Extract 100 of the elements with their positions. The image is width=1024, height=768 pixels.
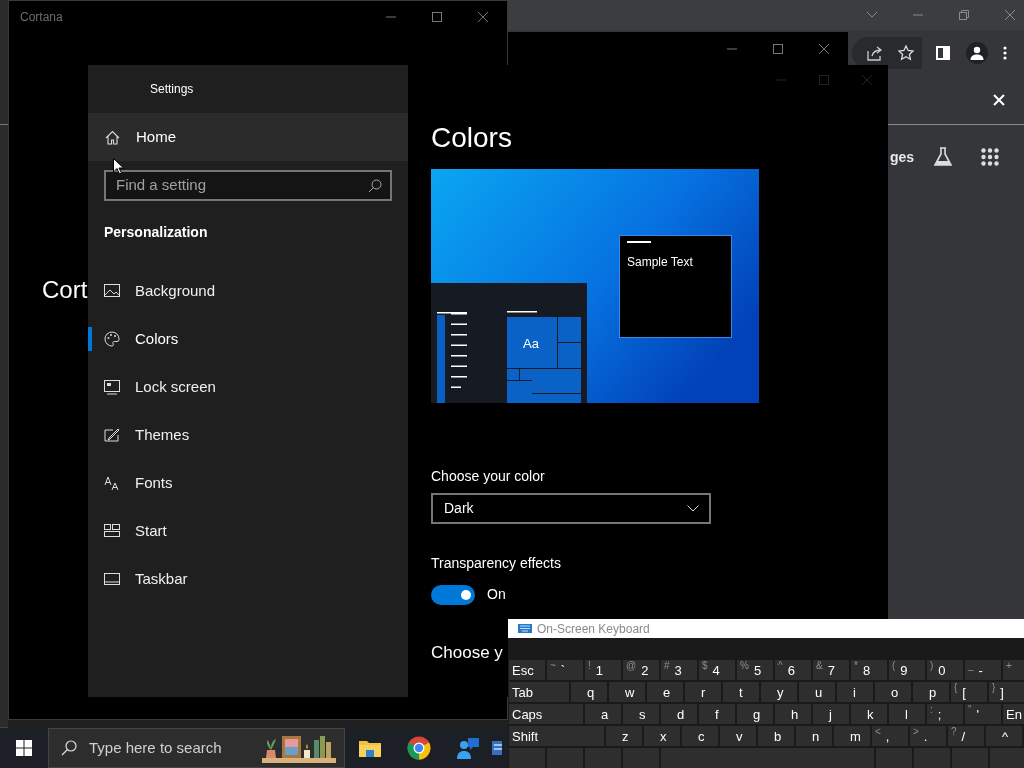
maximize-icon[interactable] <box>432 12 442 22</box>
search-icon <box>368 178 382 193</box>
keyboard-key[interactable]: h <box>775 704 811 724</box>
keyboard-key[interactable]: w <box>609 682 645 702</box>
keyboard-key[interactable]: t <box>723 682 759 702</box>
palette-icon <box>104 331 120 347</box>
apps-grid-icon[interactable] <box>981 148 999 166</box>
flask-icon[interactable] <box>933 147 953 167</box>
keyboard-key[interactable]: " ' <box>965 704 1001 724</box>
maximize-icon[interactable] <box>773 44 783 54</box>
monitor-icon <box>104 379 120 395</box>
keyboard-key[interactable]: y <box>761 682 797 702</box>
keyboard-icon <box>518 624 532 633</box>
section-heading: Personalization <box>104 222 208 242</box>
sample-text: Sample Text <box>627 255 693 269</box>
keyboard-key[interactable]: s <box>623 704 659 724</box>
folder-icon <box>358 739 381 757</box>
keyboard-key[interactable]: n <box>796 726 832 746</box>
keyboard-key[interactable]: Tab <box>509 682 569 702</box>
search-box[interactable]: Find a setting <box>104 170 392 201</box>
keyboard-key[interactable]: o <box>875 682 911 702</box>
keyboard-key[interactable]: En <box>1003 704 1024 724</box>
heading: Cort <box>42 276 88 303</box>
keyboard-key[interactable]: p <box>913 682 949 702</box>
home-item[interactable]: Home <box>88 113 408 161</box>
search-input[interactable]: Type here to search <box>89 736 259 760</box>
keyboard-key[interactable]: < , <box>872 726 908 746</box>
taskbar-search-field[interactable]: Type here to search <box>48 728 345 768</box>
toggle-switch[interactable] <box>431 584 475 605</box>
picture-icon <box>104 283 120 299</box>
tiles-icon <box>104 523 120 539</box>
nav-item[interactable]: Background <box>88 267 408 315</box>
keyboard-key[interactable]: f <box>699 704 735 724</box>
keyboard-key[interactable]: r <box>685 682 721 702</box>
nav-item[interactable]: Taskbar <box>88 555 408 603</box>
keyboard-key[interactable]: b <box>758 726 794 746</box>
keyboard-key[interactable]: } ] <box>989 682 1024 702</box>
keyboard-key[interactable]: ^ 6 <box>775 660 811 680</box>
keyboard-key[interactable]: Caps <box>509 704 583 724</box>
keyboard-key[interactable]: v <box>720 726 756 746</box>
app-icon[interactable] <box>490 739 502 757</box>
menu-icon[interactable] <box>1003 45 1007 60</box>
browser-icon <box>406 736 431 760</box>
keyboard-key[interactable]: e <box>647 682 683 702</box>
home-icon <box>105 129 120 145</box>
keyboard-key[interactable]: ? / <box>948 726 984 746</box>
window-title: Settings <box>150 81 194 98</box>
share-icon[interactable] <box>867 44 883 61</box>
keyboard-key[interactable]: { [ <box>951 682 987 702</box>
keyboard-key[interactable]: d <box>661 704 697 724</box>
profile-button[interactable] <box>966 41 988 64</box>
keyboard-key[interactable]: z <box>606 726 642 746</box>
keyboard-key[interactable]: * 8 <box>851 660 887 680</box>
keyboard-key[interactable]: ~ ` <box>547 660 583 680</box>
nav-item[interactable]: Lock screen <box>88 363 408 411</box>
font-icon <box>104 475 120 491</box>
keyboard-key[interactable]: @ 2 <box>623 660 659 680</box>
keyboard-key[interactable]: & 7 <box>813 660 849 680</box>
keyboard-key[interactable]: i <box>837 682 873 702</box>
keyboard-key[interactable]: _ - <box>965 660 1001 680</box>
keyboard-key[interactable]: q <box>571 682 607 702</box>
keyboard-key[interactable]: x <box>644 726 680 746</box>
keyboard-key[interactable]: j <box>813 704 849 724</box>
keyboard-key[interactable]: k <box>851 704 887 724</box>
nav-item[interactable]: Colors <box>88 315 408 363</box>
side-panel-icon[interactable] <box>936 45 950 60</box>
people-chat-icon <box>455 737 480 759</box>
search-icon <box>61 740 77 756</box>
search-field[interactable]: Find a setting <box>116 174 368 197</box>
keyboard-key[interactable]: a <box>585 704 621 724</box>
keyboard-key[interactable]: > . <box>910 726 946 746</box>
keyboard-key[interactable]: l <box>889 704 925 724</box>
address-bar[interactable] <box>852 36 922 69</box>
mouse-pointer-icon <box>113 158 124 175</box>
nav-item[interactable]: Themes <box>88 411 408 459</box>
caret-icon[interactable] <box>867 12 877 18</box>
link-text[interactable]: ges <box>889 146 914 168</box>
tile-label: Aa <box>523 336 539 351</box>
keyboard-key[interactable]: c <box>682 726 718 746</box>
restore-icon[interactable] <box>959 10 969 20</box>
nav-item[interactable]: Fonts <box>88 459 408 507</box>
toggle-state: On <box>487 585 506 604</box>
keyboard-key[interactable]: $ 4 <box>699 660 735 680</box>
keyboard-key[interactable]: ( 9 <box>889 660 925 680</box>
keyboard-key[interactable]: g <box>737 704 773 724</box>
keyboard-key[interactable]: % 5 <box>737 660 773 680</box>
nav-item[interactable]: Start <box>88 507 408 555</box>
keyboard-key[interactable]: ^ <box>986 726 1022 746</box>
keyboard-key[interactable]: : ; <box>927 704 963 724</box>
keyboard-key[interactable]: Shift <box>509 726 604 746</box>
keyboard-key[interactable]: ! 1 <box>585 660 621 680</box>
color-dropdown[interactable]: Dark <box>431 493 711 524</box>
window-title: On-Screen Keyboard <box>537 620 650 638</box>
keyboard-key[interactable]: ) 0 <box>927 660 963 680</box>
keyboard-key[interactable]: u <box>799 682 835 702</box>
keyboard-key[interactable]: Esc <box>509 660 545 680</box>
keyboard-key[interactable]: + <box>1003 660 1024 680</box>
keyboard-key[interactable]: m <box>834 726 870 746</box>
keyboard-key[interactable]: # 3 <box>661 660 697 680</box>
star-icon[interactable] <box>898 44 914 61</box>
